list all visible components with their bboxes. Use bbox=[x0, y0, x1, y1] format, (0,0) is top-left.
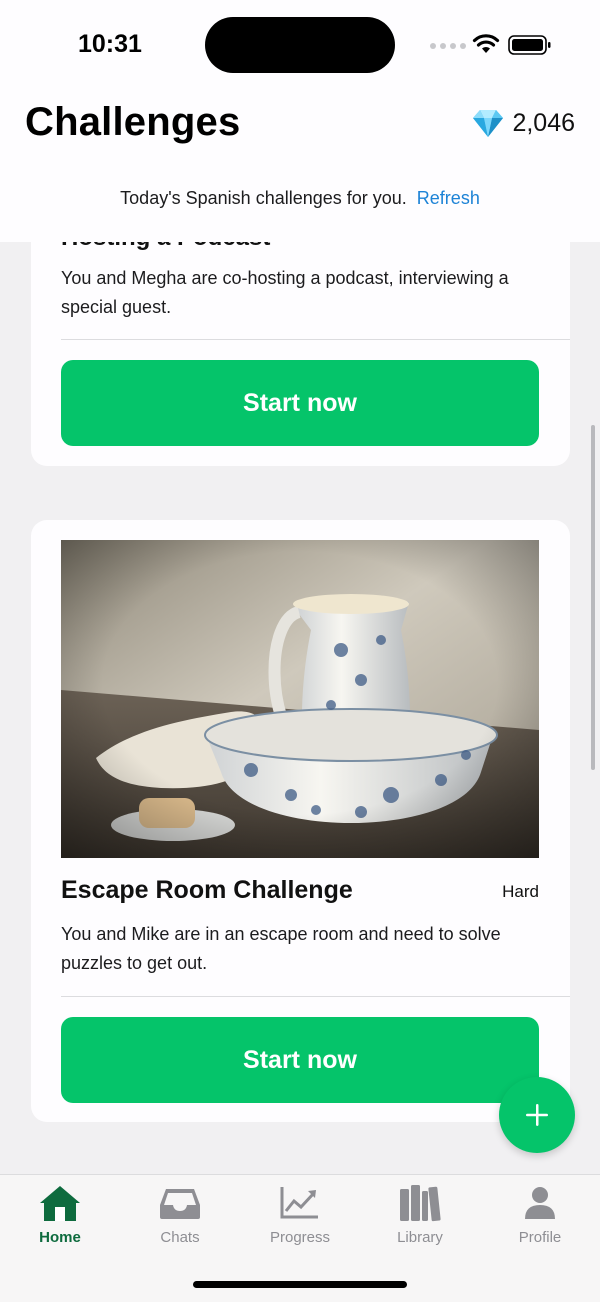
person-icon bbox=[525, 1187, 555, 1219]
chart-icon bbox=[280, 1187, 318, 1219]
difficulty-label: Hard bbox=[502, 882, 539, 901]
tab-label: Profile bbox=[518, 1229, 562, 1246]
battery-icon bbox=[508, 35, 551, 55]
tab-home[interactable]: Home bbox=[0, 1183, 120, 1263]
scrollbar[interactable] bbox=[591, 425, 595, 770]
divider bbox=[61, 339, 570, 340]
home-indicator[interactable] bbox=[193, 1281, 407, 1288]
home-icon bbox=[40, 1186, 80, 1221]
wifi-icon bbox=[472, 34, 500, 53]
add-challenge-button[interactable] bbox=[499, 1077, 575, 1153]
challenge-description: You and Megha are co-hosting a podcast, … bbox=[61, 268, 509, 317]
challenge-card: Escape Room Challenge Hard You and Mike … bbox=[31, 520, 570, 1122]
tab-library[interactable]: Library bbox=[360, 1183, 480, 1263]
tab-label: Home bbox=[39, 1229, 81, 1246]
tab-label: Progress bbox=[269, 1229, 331, 1246]
tab-profile[interactable]: Profile bbox=[480, 1183, 600, 1263]
start-now-button[interactable]: Start now bbox=[61, 1017, 539, 1103]
gem-count: 2,046 bbox=[512, 108, 575, 137]
inbox-icon bbox=[160, 1189, 200, 1219]
page-title: Challenges bbox=[25, 100, 241, 144]
tab-progress[interactable]: Progress bbox=[240, 1183, 360, 1263]
plus-icon bbox=[526, 1104, 548, 1126]
gem-balance[interactable]: 2,046 bbox=[472, 108, 575, 138]
diamond-icon bbox=[473, 110, 504, 137]
dynamic-island bbox=[205, 17, 395, 73]
subtitle-text: Today's Spanish challenges for you. bbox=[120, 188, 407, 208]
cellular-signal-icon bbox=[430, 43, 466, 49]
subtitle-row: Today's Spanish challenges for you. Refre… bbox=[0, 188, 600, 209]
divider bbox=[61, 996, 570, 997]
tab-label: Library bbox=[397, 1229, 443, 1246]
refresh-link[interactable]: Refresh bbox=[417, 188, 480, 208]
books-icon bbox=[400, 1185, 441, 1222]
challenge-image bbox=[61, 540, 539, 858]
tab-chats[interactable]: Chats bbox=[120, 1183, 240, 1263]
status-time: 10:31 bbox=[78, 30, 142, 58]
status-bar: 10:31 bbox=[0, 0, 600, 88]
start-now-button[interactable]: Start now bbox=[61, 360, 539, 446]
app-header: Challenges 2,046 Today's Spanish challen… bbox=[0, 88, 600, 242]
challenge-title: Escape Room Challenge bbox=[61, 876, 353, 904]
tab-label: Chats bbox=[160, 1229, 200, 1246]
challenge-description: You and Mike are in an escape room and n… bbox=[61, 924, 501, 973]
